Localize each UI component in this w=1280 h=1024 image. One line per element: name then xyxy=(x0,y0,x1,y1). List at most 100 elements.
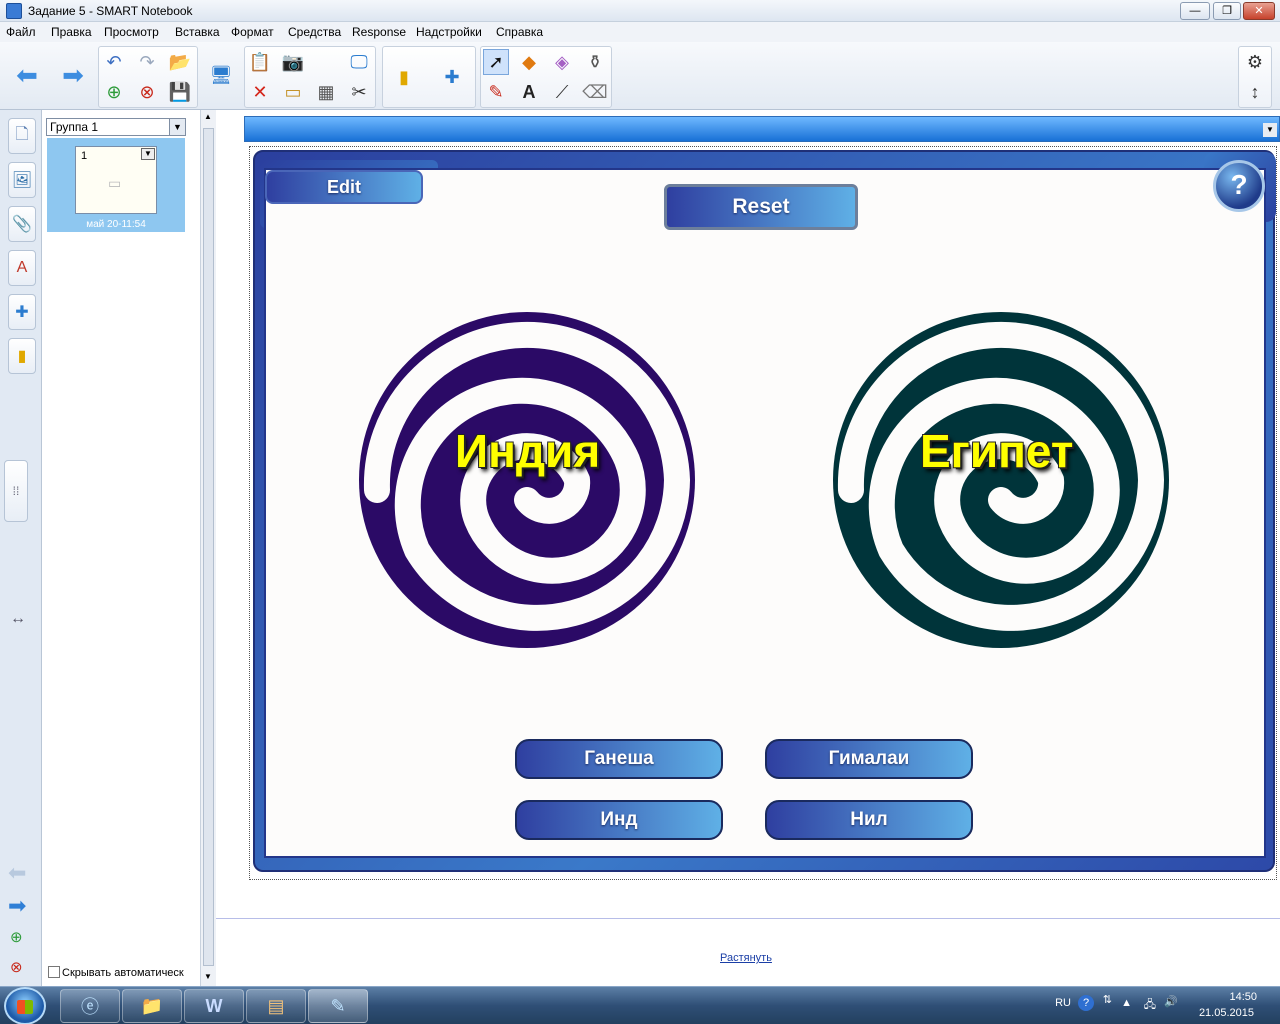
clock-time[interactable]: 14:50 xyxy=(1229,991,1257,1003)
menu-addons[interactable]: Надстройки xyxy=(416,25,482,39)
activity-menu-icon[interactable]: ▼ xyxy=(1263,123,1277,137)
egypt-target-spiral[interactable] xyxy=(826,305,1176,655)
previous-page-icon[interactable]: ⬅ xyxy=(14,60,40,90)
item-nile[interactable]: Нил xyxy=(765,800,973,840)
toolbar-settings-group: ⚙ ↕ xyxy=(1238,46,1272,108)
clock-date[interactable]: 21.05.2015 xyxy=(1199,1007,1254,1019)
pens-icon[interactable]: ✎ xyxy=(483,79,509,105)
menu-response[interactable]: Response xyxy=(352,25,406,39)
menu-format[interactable]: Формат xyxy=(231,25,274,39)
group-select-value: Группа 1 xyxy=(50,120,99,134)
addons-tab-icon[interactable]: ✚ xyxy=(8,294,36,330)
page-sorter-tab-icon[interactable]: 🗋 xyxy=(8,118,36,154)
minimize-button[interactable]: — xyxy=(1180,2,1210,20)
edit-button[interactable]: Edit xyxy=(265,170,423,204)
close-button[interactable]: ✕ xyxy=(1243,2,1275,20)
page-menu-icon[interactable]: ▼ xyxy=(141,148,155,160)
menu-tools[interactable]: Средства xyxy=(288,25,341,39)
thumbnail-placeholder-icon: ▭ xyxy=(108,175,122,191)
line-icon[interactable]: ⟋ xyxy=(549,79,575,105)
response-tab-icon[interactable]: ▮ xyxy=(8,338,36,374)
paste-icon[interactable]: 📋 xyxy=(247,49,273,75)
properties-tab-icon[interactable]: A xyxy=(8,250,36,286)
gallery-tab-icon[interactable]: 🖼 xyxy=(8,162,36,198)
internet-explorer-icon[interactable]: ⓔ xyxy=(60,989,120,1023)
shapes-icon[interactable]: ◆ xyxy=(516,49,542,75)
display-icon[interactable]: 🖵 xyxy=(346,49,372,75)
scroll-up-icon[interactable]: ▲ xyxy=(204,112,212,121)
addons-icon[interactable]: ▮ xyxy=(391,64,417,90)
save-icon[interactable]: 💾 xyxy=(167,79,193,105)
gear-icon[interactable]: ⚙ xyxy=(1242,49,1268,75)
india-target-spiral[interactable] xyxy=(352,305,702,655)
autohide-checkbox[interactable]: Скрывать автоматическ xyxy=(48,966,184,979)
toolbar: ⬅ ➡ ↶ ↷ 📂 ⊕ ⊗ 💾 🖥 📋 📷 🖵 ✕ ▭ ▦ ✂ ▮ ✚ ➚ ◆ … xyxy=(0,42,1280,110)
select-arrow-icon[interactable]: ➚ xyxy=(483,49,509,75)
sorter-scrollbar[interactable]: ▲ ▼ xyxy=(200,110,216,986)
reset-button[interactable]: Reset xyxy=(664,184,858,230)
page-thumbnail-item[interactable]: 1 ▼ ▭ xyxy=(47,138,185,232)
menu-view[interactable]: Просмотр xyxy=(104,25,159,39)
sidebar-delete-page-icon[interactable]: ⊗ xyxy=(10,958,23,976)
scissors-icon[interactable]: ✂ xyxy=(346,79,372,105)
delete-page-icon[interactable]: ⊗ xyxy=(134,79,160,105)
chevron-down-icon[interactable]: ▼ xyxy=(169,119,185,135)
menu-insert[interactable]: Вставка xyxy=(175,25,220,39)
menu-bar: Файл Правка Просмотр Вставка Формат Сред… xyxy=(0,22,1280,42)
group-select[interactable]: Группа 1 ▼ xyxy=(46,118,186,136)
stretch-link[interactable]: Растянуть xyxy=(720,952,772,964)
page-thumbnail[interactable]: 1 ▼ ▭ xyxy=(75,146,157,214)
egypt-label: Египет xyxy=(920,425,1074,477)
eraser-icon[interactable]: ⌫ xyxy=(582,79,608,105)
redo-icon[interactable]: ↷ xyxy=(134,49,160,75)
word-icon[interactable]: W xyxy=(184,989,244,1023)
sidebar-forward-icon[interactable]: ➡ xyxy=(8,893,26,919)
item-ganesha[interactable]: Ганеша xyxy=(515,739,723,779)
item-indus[interactable]: Инд xyxy=(515,800,723,840)
show-hidden-icons-icon[interactable]: ▲ xyxy=(1121,997,1132,1009)
undo-icon[interactable]: ↶ xyxy=(101,49,127,75)
start-button[interactable] xyxy=(4,987,46,1024)
menu-file[interactable]: Файл xyxy=(6,25,36,39)
restore-button[interactable]: ❐ xyxy=(1213,2,1241,20)
puzzle-icon[interactable]: ✚ xyxy=(439,64,465,90)
sidebar-resize-icon[interactable]: ↔ xyxy=(10,610,26,628)
fill-icon[interactable]: ⚱ xyxy=(582,49,608,75)
sidebar-add-page-icon[interactable]: ⊕ xyxy=(10,928,23,946)
item-himalayas[interactable]: Гималаи xyxy=(765,739,973,779)
scroll-down-icon[interactable]: ▼ xyxy=(204,972,212,981)
delete-icon[interactable]: ✕ xyxy=(247,79,273,105)
page-boundary-line xyxy=(216,918,1280,919)
screen-capture-icon[interactable]: 📷 xyxy=(280,49,306,75)
file-tools-group: ↶ ↷ 📂 ⊕ ⊗ 💾 xyxy=(98,46,198,108)
next-page-icon[interactable]: ➡ xyxy=(60,60,86,90)
checkbox-icon[interactable] xyxy=(48,966,60,978)
sidebar-back-icon[interactable]: ⬅ xyxy=(8,860,26,886)
screen-icon[interactable]: ▭ xyxy=(280,79,306,105)
help-button[interactable]: ? xyxy=(1213,160,1265,212)
menu-edit[interactable]: Правка xyxy=(51,25,92,39)
menu-help[interactable]: Справка xyxy=(496,25,543,39)
move-toolbar-icon[interactable]: ↕ xyxy=(1242,79,1268,105)
sidebar-collapse-icon[interactable]: ⁞⁞ xyxy=(4,460,28,522)
help-tray-icon[interactable]: ? xyxy=(1078,995,1094,1011)
open-folder-icon[interactable]: 📂 xyxy=(167,49,193,75)
scrollbar-thumb[interactable] xyxy=(203,128,214,966)
input-method-icon[interactable]: ⇅ xyxy=(1103,993,1112,1006)
table-icon[interactable]: ▦ xyxy=(313,79,339,105)
page-number: 1 xyxy=(81,150,88,162)
title-bar: Задание 5 - SMART Notebook — ❐ ✕ xyxy=(0,0,1280,22)
volume-icon[interactable]: 🔊 xyxy=(1164,995,1178,1008)
explorer-folder-icon[interactable]: 📁 xyxy=(122,989,182,1023)
india-label: Индия xyxy=(455,425,601,477)
language-indicator[interactable]: RU xyxy=(1055,997,1071,1009)
eraser-magic-icon[interactable]: ◈ xyxy=(549,49,575,75)
gallery-group: ▮ ✚ xyxy=(382,46,476,108)
attachments-tab-icon[interactable]: 📎 xyxy=(8,206,36,242)
smart-notebook-task-icon[interactable]: ✎ xyxy=(308,989,368,1023)
add-page-icon[interactable]: ⊕ xyxy=(101,79,127,105)
network-icon[interactable]: 🖧 xyxy=(1144,996,1156,1015)
winrar-icon[interactable]: ▤ xyxy=(246,989,306,1023)
text-icon[interactable]: A xyxy=(516,79,542,105)
screen-shade-icon[interactable]: 🖥 xyxy=(208,62,234,88)
